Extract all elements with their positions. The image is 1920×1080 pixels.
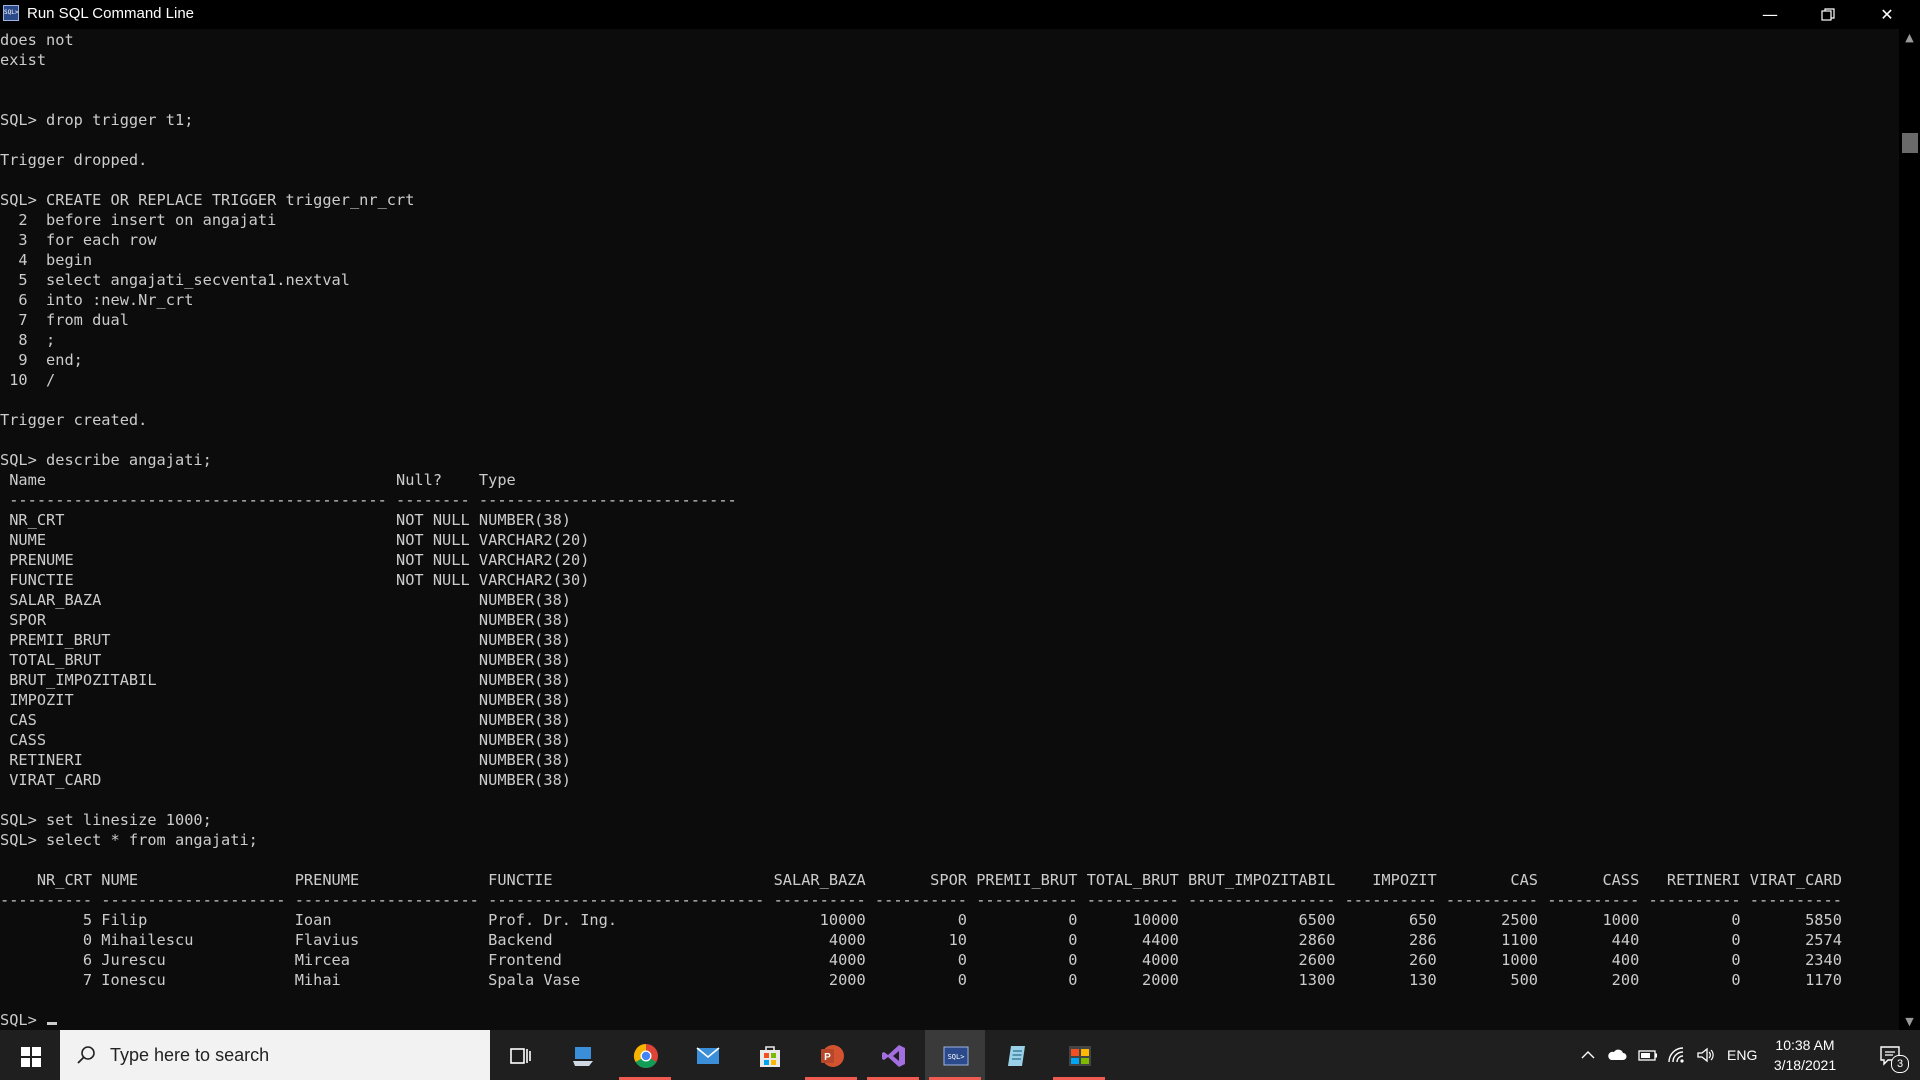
console-line: SQL> select * from angajati; [0, 831, 258, 849]
console-line: 9 end; [0, 351, 83, 369]
search-placeholder: Type here to search [110, 1045, 270, 1065]
console-line: 3 for each row [0, 231, 157, 249]
taskbar-app-visual-studio[interactable] [863, 1030, 923, 1080]
clock-date: 3/18/2021 [1773, 1057, 1837, 1073]
taskbar-app-mail[interactable] [677, 1030, 737, 1080]
system-tray: ENG [1580, 1030, 1757, 1080]
clock-time: 10:38 AM [1775, 1037, 1835, 1053]
console-line: NR_CRT NUME PRENUME FUNCTIE SALAR_BAZA S… [0, 871, 1842, 889]
console-line: Trigger dropped. [0, 151, 148, 169]
console-line: 6 into :new.Nr_crt [0, 291, 194, 309]
notepad-icon [1008, 1046, 1025, 1066]
file-explorer-icon [573, 1047, 593, 1066]
console-output[interactable]: does not exist SQL> drop trigger t1; Tri… [0, 30, 1898, 1029]
console-line: SQL> set linesize 1000; [0, 811, 212, 829]
sql-app-icon: SQL> [3, 5, 19, 21]
console-line: IMPOZIT NUMBER(38) [0, 691, 571, 709]
console-line: ----------------------------------------… [0, 491, 737, 509]
scroll-down-arrow-icon[interactable]: ▼ [1899, 1013, 1920, 1030]
console-line: 5 Filip Ioan Prof. Dr. Ing. 10000 0 0 10… [0, 911, 1842, 929]
volume-icon[interactable] [1696, 1047, 1716, 1063]
window-title: Run SQL Command Line [27, 5, 195, 22]
scrollbar-thumb[interactable] [1902, 133, 1918, 153]
console-line: 7 Ionescu Mihai Spala Vase 2000 0 0 2000… [0, 971, 1842, 989]
console-line: Name Null? Type [0, 471, 516, 489]
taskbar-app-powerpoint[interactable]: P [801, 1030, 861, 1080]
task-view-icon [510, 1048, 531, 1064]
console-line: ---------- -------------------- --------… [0, 891, 1842, 909]
console-line: SQL> describe angajati; [0, 451, 212, 469]
console-line: CAS NUMBER(38) [0, 711, 571, 729]
console-line: SQL> [0, 1011, 47, 1029]
minimize-button[interactable]: — [1741, 0, 1799, 29]
show-hidden-icons-icon[interactable] [1580, 1047, 1596, 1063]
console-line: 2 before insert on angajati [0, 211, 277, 229]
store-icon [760, 1046, 780, 1067]
close-button[interactable]: ✕ [1858, 0, 1916, 29]
taskbar-app-store[interactable] [739, 1030, 799, 1080]
taskbar: Type here to search P SQL> ENG 10:38 AM … [0, 1030, 1920, 1080]
console-line: VIRAT_CARD NUMBER(38) [0, 771, 571, 789]
console-line: does not [0, 31, 74, 49]
powerpoint-icon: P [821, 1045, 844, 1067]
console-line: BRUT_IMPOZITABIL NUMBER(38) [0, 671, 571, 689]
chrome-icon [633, 1044, 658, 1069]
visual-studio-icon [882, 1045, 905, 1067]
wifi-icon[interactable] [1667, 1046, 1687, 1064]
restore-icon [1821, 8, 1835, 21]
console-line: Trigger created. [0, 411, 148, 429]
console-text: does not exist SQL> drop trigger t1; Tri… [0, 30, 1898, 1029]
console-line: RETINERI NUMBER(38) [0, 751, 571, 769]
console-line: 6 Jurescu Mircea Frontend 4000 0 0 4000 … [0, 951, 1842, 969]
console-line: SQL> drop trigger t1; [0, 111, 194, 129]
taskbar-app-notepad[interactable] [987, 1030, 1047, 1080]
taskbar-app-chrome[interactable] [615, 1030, 675, 1080]
console-line: SPOR NUMBER(38) [0, 611, 571, 629]
svg-text:SQL>: SQL> [948, 1053, 965, 1061]
console-line: PRENUME NOT NULL VARCHAR2(20) [0, 551, 590, 569]
console-line: PREMII_BRUT NUMBER(38) [0, 631, 571, 649]
console-line: CASS NUMBER(38) [0, 731, 571, 749]
console-line: TOTAL_BRUT NUMBER(38) [0, 651, 571, 669]
onedrive-icon[interactable] [1607, 1047, 1627, 1063]
start-button[interactable] [0, 1030, 60, 1080]
vertical-scrollbar[interactable]: ▲ ▼ [1899, 29, 1920, 1030]
console-line: SQL> CREATE OR REPLACE TRIGGER trigger_n… [0, 191, 415, 209]
mail-icon [696, 1047, 720, 1064]
console-line: exist [0, 51, 47, 69]
windows-logo-icon [21, 1047, 41, 1067]
console-line: NUME NOT NULL VARCHAR2(20) [0, 531, 590, 549]
notification-count-badge: 3 [1891, 1055, 1909, 1073]
console-line: 8 ; [0, 331, 56, 349]
search-icon [77, 1046, 95, 1064]
taskbar-app-file-explorer[interactable] [553, 1030, 613, 1080]
language-indicator[interactable]: ENG [1727, 1045, 1757, 1065]
taskbar-search-box[interactable]: Type here to search [60, 1030, 490, 1080]
action-center-button[interactable]: 3 [1860, 1030, 1920, 1080]
taskbar-app-sql-command-line[interactable]: SQL> [925, 1030, 985, 1080]
taskbar-app-windows-app[interactable] [1049, 1030, 1109, 1080]
scroll-up-arrow-icon[interactable]: ▲ [1899, 29, 1920, 46]
console-line: 0 Mihailescu Flavius Backend 4000 10 0 4… [0, 931, 1842, 949]
console-line: NR_CRT NOT NULL NUMBER(38) [0, 511, 571, 529]
console-line: 4 begin [0, 251, 93, 269]
battery-icon[interactable] [1638, 1047, 1658, 1063]
console-line: SALAR_BAZA NUMBER(38) [0, 591, 571, 609]
sql-command-line-icon: SQL> [943, 1046, 969, 1066]
svg-text:P: P [824, 1052, 831, 1063]
title-bar: SQL> Run SQL Command Line — ✕ [0, 0, 1920, 29]
text-cursor [47, 1022, 58, 1025]
console-line: 7 from dual [0, 311, 129, 329]
windows-app-icon [1069, 1046, 1091, 1066]
console-line: 5 select angajati_secventa1.nextval [0, 271, 350, 289]
restore-button[interactable] [1799, 0, 1857, 29]
taskbar-clock[interactable]: 10:38 AM 3/18/2021 [1760, 1035, 1850, 1075]
task-view-button[interactable] [490, 1030, 550, 1080]
console-line: FUNCTIE NOT NULL VARCHAR2(30) [0, 571, 590, 589]
console-line: 10 / [0, 371, 56, 389]
